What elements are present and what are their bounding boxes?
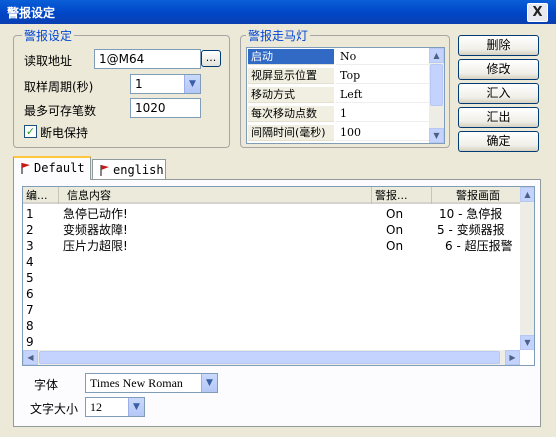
row-message: 压片力超限! [63, 239, 128, 253]
row-screen: 6 - 超压报警 [445, 239, 513, 253]
row-state: On [386, 207, 404, 221]
row-number: 4 [26, 255, 34, 269]
text-size-label: 文字大小 [30, 402, 79, 416]
ok-button[interactable]: 确定 [458, 131, 539, 152]
property-value[interactable]: No [336, 49, 432, 65]
table-row[interactable]: 5 [23, 270, 528, 286]
tab-english-label: english [113, 163, 164, 177]
table-row[interactable]: 1 急停已动作! On 10 - 急停报 [23, 206, 528, 222]
property-value[interactable]: Left [336, 87, 432, 103]
scroll-thumb[interactable] [39, 351, 500, 364]
font-select[interactable]: Times New Roman ▼ [85, 373, 218, 393]
row-screen: 10 - 急停报 [439, 207, 503, 221]
tab-default-label: Default [34, 161, 85, 175]
sample-period-value: 1 [135, 77, 143, 91]
import-button[interactable]: 汇入 [458, 83, 539, 104]
scroll-left-icon[interactable]: ◀ [23, 350, 38, 365]
max-records-input[interactable] [130, 98, 201, 118]
list-horizontal-scrollbar[interactable]: ◀ ▶ [23, 350, 520, 365]
close-button[interactable]: X [527, 3, 548, 22]
table-row[interactable]: 6 [23, 286, 528, 302]
max-records-label: 最多可存笔数 [24, 104, 97, 118]
property-row[interactable]: 启动 No [248, 49, 432, 65]
marquee-property-grid[interactable]: 启动 No 视屏显示位置 Top 移动方式 Left 每次移动点数 1 间隔时间… [246, 47, 445, 144]
text-size-value: 12 [90, 400, 102, 414]
table-row[interactable]: 4 [23, 254, 528, 270]
marquee-scrollbar[interactable]: ▲ ▼ [429, 48, 444, 143]
font-label: 字体 [34, 378, 59, 392]
property-name: 间隔时间(毫秒) [248, 125, 334, 141]
row-number: 5 [26, 271, 34, 285]
flag-icon [21, 163, 30, 174]
property-name: 移动方式 [248, 87, 334, 103]
row-number: 3 [26, 239, 34, 253]
property-row[interactable]: 视屏显示位置 Top [248, 68, 432, 84]
tab-english[interactable]: english [92, 159, 166, 180]
row-screen: 5 - 变频器报 [437, 223, 505, 237]
property-value[interactable]: 100 [336, 125, 432, 141]
column-header[interactable]: 信息内容 [59, 187, 372, 204]
power-off-keep-checkbox[interactable]: ✓ [24, 125, 37, 138]
scroll-up-icon[interactable]: ▲ [520, 187, 534, 202]
property-row[interactable]: 移动方式 Left [248, 87, 432, 103]
modify-button[interactable]: 修改 [458, 59, 539, 80]
row-number: 8 [26, 319, 34, 333]
tab-default[interactable]: Default [13, 156, 91, 180]
title-bar[interactable]: 警报设定 X [0, 0, 556, 24]
marquee-legend: 警报走马灯 [246, 27, 311, 44]
delete-button[interactable]: 删除 [458, 35, 539, 56]
row-number: 9 [26, 335, 34, 349]
row-number: 2 [26, 223, 34, 237]
font-value: Times New Roman [90, 376, 183, 390]
window-title: 警报设定 [7, 6, 56, 20]
sample-period-label: 取样周期(秒) [24, 80, 94, 94]
flag-icon [100, 165, 109, 176]
property-row[interactable]: 每次移动点数 1 [248, 106, 432, 122]
close-icon: X [532, 5, 543, 20]
table-row[interactable]: 2 变频器故障! On 5 - 变频器报 [23, 222, 528, 238]
property-value[interactable]: 1 [336, 106, 432, 122]
table-row[interactable]: 7 [23, 302, 528, 318]
list-vertical-scrollbar[interactable]: ▲ ▼ [520, 187, 534, 350]
read-address-input[interactable] [94, 49, 201, 69]
table-row[interactable]: 3 压片力超限! On 6 - 超压报警 [23, 238, 528, 254]
table-row[interactable]: 8 [23, 318, 528, 334]
property-row[interactable]: 间隔时间(毫秒) 100 [248, 125, 432, 141]
property-name: 视屏显示位置 [248, 68, 334, 84]
table-row[interactable]: 9 [23, 334, 528, 350]
scroll-thumb[interactable] [430, 64, 443, 106]
row-message: 急停已动作! [63, 207, 128, 221]
check-icon: ✓ [25, 125, 36, 138]
scroll-right-icon[interactable]: ▶ [505, 350, 520, 365]
chevron-down-icon[interactable]: ▼ [184, 75, 200, 93]
scroll-up-icon[interactable]: ▲ [429, 48, 444, 63]
property-name: 启动 [248, 49, 334, 65]
list-header: 编... 信息内容 警报... 警报画面 [23, 187, 520, 204]
sample-period-select[interactable]: 1 ▼ [130, 74, 201, 94]
read-address-label: 读取地址 [24, 54, 73, 68]
chevron-down-icon[interactable]: ▼ [128, 398, 144, 416]
property-value[interactable]: Top [336, 68, 432, 84]
chevron-down-icon[interactable]: ▼ [201, 374, 217, 392]
row-message: 变频器故障! [63, 223, 128, 237]
scroll-down-icon[interactable]: ▼ [520, 335, 534, 350]
column-header[interactable]: 编... [23, 187, 59, 204]
row-number: 7 [26, 303, 34, 317]
power-off-keep-label: 断电保持 [40, 126, 89, 140]
alarm-list[interactable]: 编... 信息内容 警报... 警报画面 1 急停已动作! On 10 - 急停… [22, 186, 535, 366]
browse-button[interactable]: ... [201, 50, 221, 67]
alarm-settings-legend: 警报设定 [22, 27, 75, 44]
row-state: On [386, 239, 404, 253]
text-size-select[interactable]: 12 ▼ [85, 397, 145, 417]
scroll-down-icon[interactable]: ▼ [429, 128, 444, 143]
column-header[interactable]: 警报画面 [432, 187, 520, 204]
export-button[interactable]: 汇出 [458, 107, 539, 128]
row-number: 6 [26, 287, 34, 301]
row-number: 1 [26, 207, 34, 221]
row-state: On [386, 223, 404, 237]
column-header[interactable]: 警报... [372, 187, 432, 204]
property-name: 每次移动点数 [248, 106, 334, 122]
